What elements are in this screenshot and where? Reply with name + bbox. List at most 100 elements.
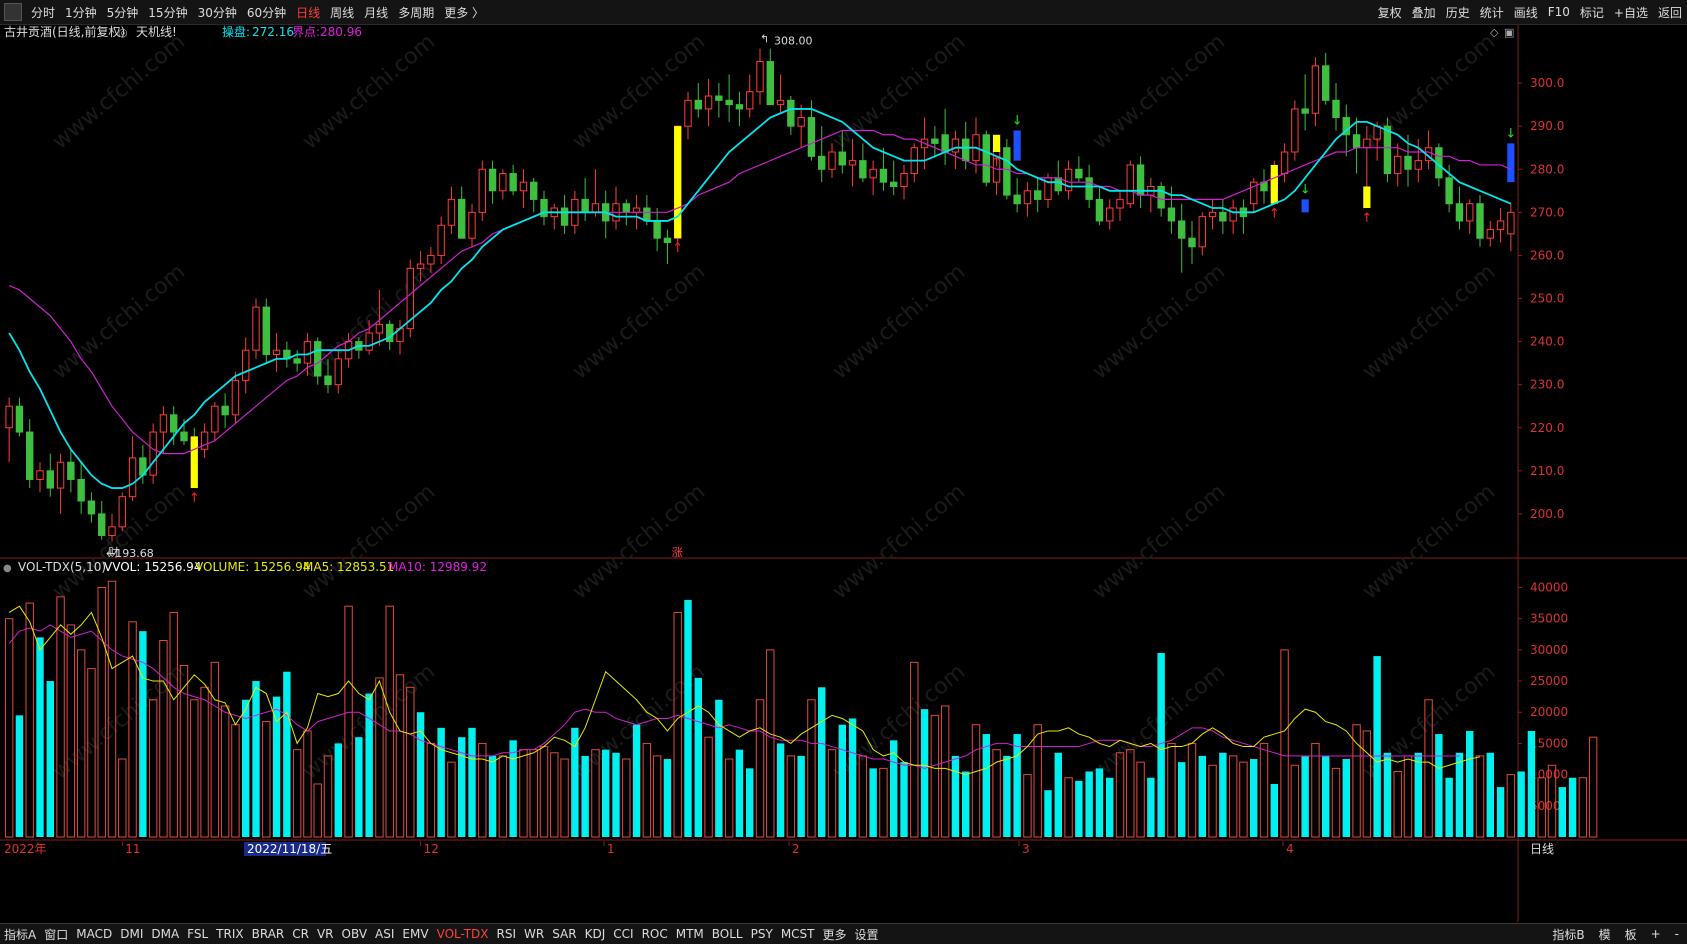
watermark-text: www.cfchi.com bbox=[298, 479, 440, 604]
indicator-tab[interactable]: FSL bbox=[183, 927, 212, 941]
vol-y-tick-label: 25000 bbox=[1530, 674, 1568, 688]
signal-bar bbox=[674, 126, 682, 239]
indicator-tab[interactable]: MTM bbox=[672, 927, 708, 941]
period-tab[interactable]: 分时 bbox=[26, 4, 60, 21]
stock-chart[interactable]: www.cfchi.com www.cfchi.com www.cfchi.com w… bbox=[0, 25, 1687, 923]
tabbar-control[interactable]: 板 bbox=[1621, 926, 1641, 943]
sell-arrow-icon: ↓ bbox=[1012, 113, 1023, 128]
tabbar-control[interactable]: 模 bbox=[1595, 926, 1615, 943]
month-label: 12 bbox=[424, 842, 439, 856]
volume-bar-up bbox=[498, 755, 508, 838]
candle-body bbox=[293, 358, 301, 364]
toolbar-button[interactable]: 画线 bbox=[1509, 4, 1543, 21]
toolbar-button[interactable]: F10 bbox=[1543, 5, 1575, 19]
volume-bar-up bbox=[303, 730, 312, 838]
candle-body bbox=[890, 181, 898, 187]
candle-body bbox=[962, 138, 970, 162]
indicator-tab[interactable]: PSY bbox=[747, 927, 777, 941]
volume-bar-up bbox=[1064, 777, 1073, 838]
toolbar-button[interactable]: 复权 bbox=[1373, 4, 1407, 21]
period-tab[interactable]: 周线 bbox=[325, 4, 359, 21]
indicator-tab[interactable]: ASI bbox=[371, 927, 398, 941]
candle-body bbox=[879, 168, 888, 183]
watermark-text: www.cfchi.com bbox=[568, 479, 710, 604]
indicator-tab[interactable]: 指标A bbox=[0, 926, 40, 943]
indicator-tab[interactable]: CR bbox=[288, 927, 313, 941]
indicator-tab[interactable]: MACD bbox=[72, 927, 116, 941]
indicator-tab[interactable]: CCI bbox=[609, 927, 637, 941]
period-tab[interactable]: 30分钟 bbox=[193, 4, 242, 21]
period-list: 分时 1分钟 5分钟 15分钟 30分钟 60分钟 日线 周线 月线 多周期 更多 〉 bbox=[26, 4, 489, 21]
indicator-tab[interactable]: 窗口 bbox=[40, 926, 72, 943]
volume-bar-down bbox=[1219, 752, 1227, 837]
indicator-tab[interactable]: WR bbox=[520, 927, 548, 941]
indicator-tab[interactable]: VOL-TDX bbox=[433, 927, 493, 941]
candle-body bbox=[15, 405, 24, 433]
indicator-tab[interactable]: MCST bbox=[777, 927, 819, 941]
volume-bar-down bbox=[848, 718, 857, 837]
period-tab[interactable]: 60分钟 bbox=[242, 4, 291, 21]
period-tab[interactable]: 更多 〉 bbox=[439, 4, 489, 21]
indicator-toggle-icon[interactable] bbox=[4, 3, 22, 21]
year-label: 2022年 bbox=[4, 842, 47, 856]
toolbar-button[interactable]: 返回 bbox=[1653, 4, 1687, 21]
volume-bar-up bbox=[1393, 771, 1402, 838]
vol-ma10-line bbox=[8, 624, 1460, 769]
candle-body bbox=[5, 405, 13, 429]
period-tab[interactable]: 日线 bbox=[291, 4, 325, 21]
volume-bar-down bbox=[1342, 759, 1350, 837]
period-tab[interactable]: 1分钟 bbox=[60, 4, 102, 21]
indicator-tab[interactable]: VR bbox=[313, 927, 338, 941]
indicator-tab[interactable]: RSI bbox=[493, 927, 521, 941]
volume-bar-up bbox=[1331, 767, 1341, 838]
period-tab[interactable]: 月线 bbox=[359, 4, 393, 21]
indicator-tab[interactable]: BRAR bbox=[248, 927, 289, 941]
indicator-tab[interactable]: OBV bbox=[338, 927, 372, 941]
toolbar-button[interactable]: 叠加 bbox=[1407, 4, 1441, 21]
candle-body bbox=[46, 470, 54, 489]
indicator-tab[interactable]: EMV bbox=[398, 927, 432, 941]
volume-bar-up bbox=[724, 758, 734, 838]
period-tab[interactable]: 15分钟 bbox=[143, 4, 192, 21]
volume-bar-down bbox=[715, 699, 723, 837]
candle-body bbox=[859, 160, 867, 179]
volume-bar-down bbox=[571, 727, 579, 837]
indicator-tab[interactable]: DMA bbox=[147, 927, 183, 941]
indicator-tab[interactable]: TRIX bbox=[212, 927, 247, 941]
high-price-label: 308.00 bbox=[774, 35, 813, 48]
toolbar-button[interactable]: 标记 bbox=[1575, 4, 1609, 21]
volume-bar-down bbox=[1435, 734, 1443, 837]
candle-body bbox=[818, 155, 826, 170]
candle-body bbox=[828, 151, 836, 170]
volume-bar-down bbox=[252, 681, 260, 837]
tabbar-control[interactable]: + bbox=[1647, 927, 1665, 941]
vol-y-tick-label: 15000 bbox=[1530, 736, 1568, 750]
indicator-tab[interactable]: DMI bbox=[116, 927, 147, 941]
candle-body bbox=[1507, 211, 1515, 235]
indicator-tab[interactable]: SAR bbox=[548, 927, 580, 941]
tabbar-control[interactable]: 指标B bbox=[1548, 926, 1588, 943]
toolbar-button[interactable]: 历史 bbox=[1441, 4, 1475, 21]
candle-body bbox=[684, 99, 692, 127]
y-tick-label: 260.0 bbox=[1530, 248, 1564, 262]
y-tick-label: 210.0 bbox=[1530, 464, 1564, 478]
volume-bar-up bbox=[406, 686, 415, 838]
indicator-tab[interactable]: 设置 bbox=[851, 926, 883, 943]
volume-bar-up bbox=[1280, 649, 1289, 838]
period-tab[interactable]: 5分钟 bbox=[102, 4, 144, 21]
indicator-tab[interactable]: 更多 bbox=[819, 926, 851, 943]
indicator-tab[interactable]: BOLL bbox=[708, 927, 747, 941]
period-tab[interactable]: 多周期 bbox=[393, 4, 439, 21]
indicator-tab[interactable]: KDJ bbox=[581, 927, 610, 941]
tabbar-control[interactable]: - bbox=[1671, 927, 1683, 941]
volume-bar-up bbox=[652, 755, 662, 838]
volume-bar-up bbox=[4, 618, 14, 838]
candle-body bbox=[1373, 125, 1381, 140]
volume-bar-down bbox=[1527, 730, 1536, 837]
watermark-text: www.cfchi.com bbox=[298, 29, 440, 154]
watermark-text: www.cfchi.com bbox=[828, 259, 970, 384]
toolbar-button[interactable]: 统计 bbox=[1475, 4, 1509, 21]
toolbar-button[interactable]: +自选 bbox=[1609, 4, 1653, 21]
month-label: 2 bbox=[792, 842, 800, 856]
indicator-tab[interactable]: ROC bbox=[638, 927, 672, 941]
